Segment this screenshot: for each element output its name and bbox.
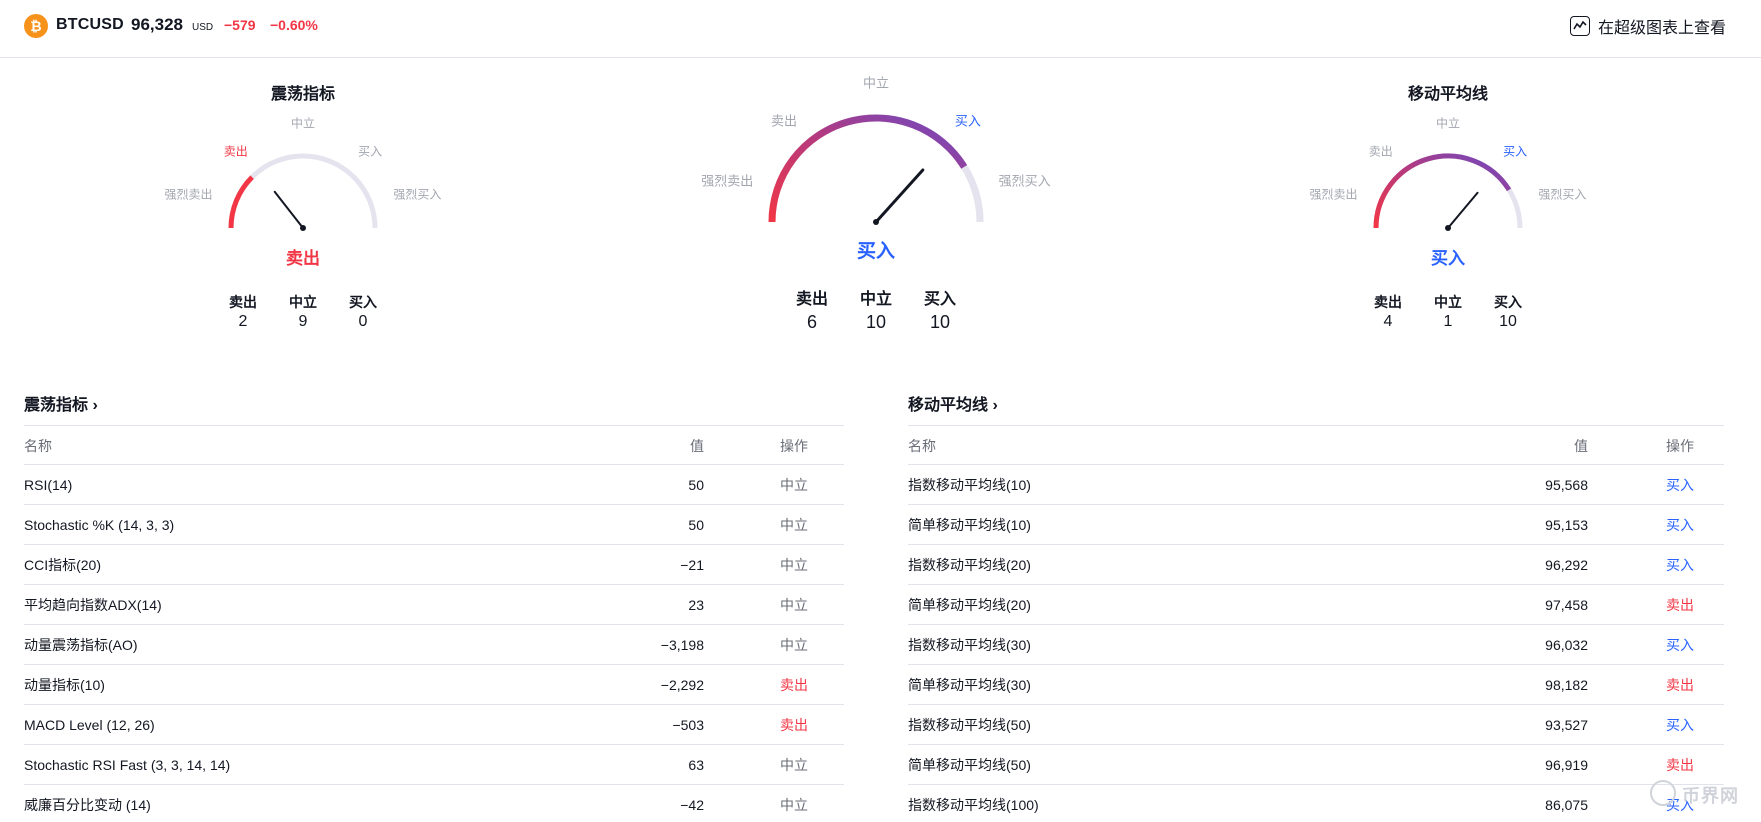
table-row[interactable]: 动量指标(10) −2,292 卖出 — [24, 665, 844, 705]
indicator-action: 买入 — [1666, 717, 1694, 733]
gauge-buy-count-value: 10 — [1499, 313, 1517, 330]
indicator-action: 中立 — [780, 477, 808, 493]
gauge-scale-sell-label: 卖出 — [1368, 144, 1393, 159]
gauge-result: 买入 — [1431, 249, 1465, 268]
indicator-name[interactable]: 动量指标(10) — [24, 665, 105, 705]
indicator-value: 50 — [688, 517, 704, 533]
indicator-value: 95,568 — [1545, 477, 1588, 493]
indicator-value: 96,032 — [1545, 637, 1588, 653]
indicator-action: 中立 — [780, 757, 808, 773]
table-row[interactable]: Stochastic %K (14, 3, 3) 50 中立 — [24, 505, 844, 545]
indicator-action: 中立 — [780, 597, 808, 613]
gauge-needle — [1447, 191, 1479, 229]
indicator-name[interactable]: 指数移动平均线(100) — [908, 785, 1039, 822]
indicator-name[interactable]: 简单移动平均线(10) — [908, 505, 1031, 545]
gauge-track — [1373, 153, 1523, 229]
watermark-logo-icon — [1650, 780, 1676, 806]
indicator-value: 95,153 — [1545, 517, 1588, 533]
table-row[interactable]: RSI(14) 50 中立 — [24, 465, 844, 505]
indicator-action: 卖出 — [1666, 757, 1694, 773]
table-row[interactable]: Stochastic RSI Fast (3, 3, 14, 14) 63 中立 — [24, 745, 844, 785]
table-row[interactable]: MACD Level (12, 26) −503 卖出 — [24, 705, 844, 745]
gauge-scale-strong-buy-label: 强烈买入 — [1538, 187, 1587, 202]
indicator-name[interactable]: 指数移动平均线(20) — [908, 545, 1031, 585]
indicator-action: 买入 — [1666, 477, 1694, 493]
indicator-name[interactable]: Stochastic RSI Fast (3, 3, 14, 14) — [24, 745, 230, 785]
column-action-header: 操作 — [780, 438, 808, 454]
table-row[interactable]: 威廉百分比变动 (14) −42 中立 — [24, 785, 844, 822]
indicator-value: 86,075 — [1545, 797, 1588, 813]
gauge-scale-neutral-label: 中立 — [1435, 116, 1461, 131]
column-name-header: 名称 — [908, 438, 936, 454]
moving-averages-table-title[interactable]: 移动平均线 › — [908, 391, 998, 415]
indicator-action: 买入 — [1666, 557, 1694, 573]
indicator-action: 买入 — [1666, 517, 1694, 533]
oscillators-table-header: 名称 值 操作 — [24, 425, 844, 465]
indicator-value: −2,292 — [660, 677, 704, 693]
watermark: 币界网 — [1682, 786, 1739, 806]
indicator-action: 中立 — [780, 517, 808, 533]
oscillators-table-title[interactable]: 震荡指标 › — [24, 391, 98, 415]
indicator-action: 卖出 — [1666, 677, 1694, 693]
indicator-value: −42 — [680, 797, 704, 813]
table-row[interactable]: 简单移动平均线(50) 96,919 卖出 — [908, 745, 1724, 785]
moving-averages-table-header: 名称 值 操作 — [908, 425, 1724, 465]
column-action-header: 操作 — [1666, 438, 1694, 454]
indicator-name[interactable]: RSI(14) — [24, 465, 72, 505]
table-row[interactable]: 指数移动平均线(50) 93,527 买入 — [908, 705, 1724, 745]
column-value-header: 值 — [690, 438, 704, 454]
indicator-value: −3,198 — [660, 637, 704, 653]
indicator-name[interactable]: 威廉百分比变动 (14) — [24, 785, 151, 822]
indicator-action: 中立 — [780, 557, 808, 573]
indicator-value: 50 — [688, 477, 704, 493]
indicator-action: 卖出 — [780, 717, 808, 733]
indicator-name[interactable]: 指数移动平均线(30) — [908, 625, 1031, 665]
indicator-name[interactable]: 指数移动平均线(10) — [908, 465, 1031, 505]
indicator-value: 63 — [688, 757, 704, 773]
table-row[interactable]: 平均趋向指数ADX(14) 23 中立 — [24, 585, 844, 625]
indicator-action: 卖出 — [780, 677, 808, 693]
table-row[interactable]: 动量震荡指标(AO) −3,198 中立 — [24, 625, 844, 665]
table-row[interactable]: 指数移动平均线(20) 96,292 买入 — [908, 545, 1724, 585]
gauge-neutral-count-label: 中立 — [1434, 294, 1462, 310]
indicator-name[interactable]: 简单移动平均线(50) — [908, 745, 1031, 785]
gauge-buy-count-label: 买入 — [1494, 294, 1522, 310]
indicator-value: 96,919 — [1545, 757, 1588, 773]
gauge-fill-arc — [1373, 153, 1512, 229]
indicator-name[interactable]: 简单移动平均线(30) — [908, 665, 1031, 705]
indicator-action: 卖出 — [1666, 597, 1694, 613]
indicator-name[interactable]: 指数移动平均线(50) — [908, 705, 1031, 745]
indicator-action: 买入 — [1666, 637, 1694, 653]
indicator-value: 96,292 — [1545, 557, 1588, 573]
indicator-value: −503 — [672, 717, 704, 733]
indicator-value: 93,527 — [1545, 717, 1588, 733]
table-row[interactable]: CCI指标(20) −21 中立 — [24, 545, 844, 585]
gauge-needle-hub — [1445, 225, 1451, 231]
table-row[interactable]: 简单移动平均线(10) 95,153 买入 — [908, 505, 1724, 545]
table-row[interactable]: 简单移动平均线(30) 98,182 卖出 — [908, 665, 1724, 705]
indicator-value: 98,182 — [1545, 677, 1588, 693]
indicator-name[interactable]: 简单移动平均线(20) — [908, 585, 1031, 625]
table-row[interactable]: 指数移动平均线(30) 96,032 买入 — [908, 625, 1724, 665]
indicator-name[interactable]: Stochastic %K (14, 3, 3) — [24, 505, 174, 545]
indicator-value: 23 — [688, 597, 704, 613]
table-row[interactable]: 简单移动平均线(20) 97,458 卖出 — [908, 585, 1724, 625]
gauge-sell-count-label: 卖出 — [1374, 294, 1402, 310]
column-name-header: 名称 — [24, 438, 52, 454]
indicator-action: 中立 — [780, 797, 808, 813]
gauge-scale-strong-sell-label: 强烈卖出 — [1309, 187, 1358, 202]
gauge-neutral-count-value: 1 — [1443, 313, 1453, 330]
indicator-value: −21 — [680, 557, 704, 573]
gauge-scale-buy-label: 买入 — [1503, 144, 1528, 159]
indicator-name[interactable]: MACD Level (12, 26) — [24, 705, 155, 745]
indicator-action: 中立 — [780, 637, 808, 653]
gauge-sell-count-value: 4 — [1383, 313, 1393, 330]
indicator-name[interactable]: CCI指标(20) — [24, 545, 101, 585]
indicator-value: 97,458 — [1545, 597, 1588, 613]
indicator-name[interactable]: 平均趋向指数ADX(14) — [24, 585, 162, 625]
table-row[interactable]: 指数移动平均线(100) 86,075 买入 — [908, 785, 1724, 822]
indicator-name[interactable]: 动量震荡指标(AO) — [24, 625, 138, 665]
column-value-header: 值 — [1574, 438, 1588, 454]
table-row[interactable]: 指数移动平均线(10) 95,568 买入 — [908, 465, 1724, 505]
